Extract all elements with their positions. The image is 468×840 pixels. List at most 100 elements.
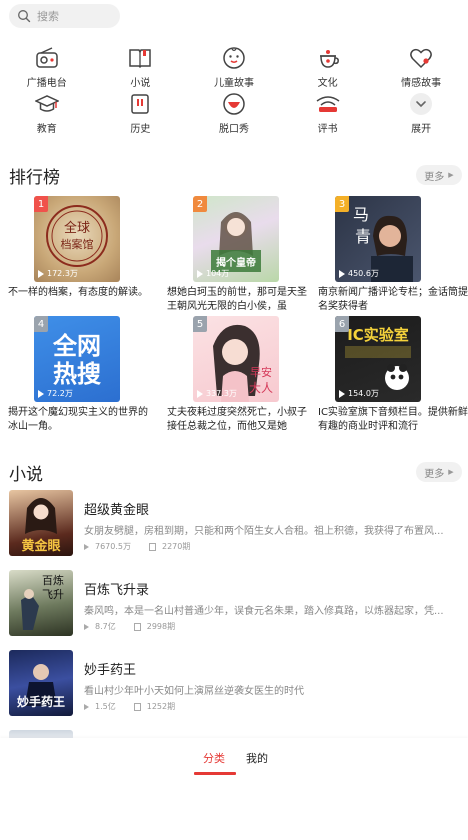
search-icon <box>18 10 31 23</box>
arrow-right-icon: ▶ <box>448 171 454 179</box>
play-icon <box>84 703 89 710</box>
category-history[interactable]: 历史 <box>94 90 188 136</box>
novel-episodes: 1252期 <box>146 702 176 711</box>
bottom-nav: 分类 我的 <box>0 738 468 840</box>
category-label: 展开 <box>411 124 432 135</box>
rank-item[interactable]: IC实验室 6 154.0万 IC实验室旗下音频栏目。提供新鲜有趣的商业时评和流… <box>312 316 468 432</box>
next-novel-cover-peek <box>9 730 73 738</box>
kid-face-icon <box>223 47 245 69</box>
arrow-right-icon: ▶ <box>448 468 454 476</box>
chevron-down-icon <box>410 93 433 115</box>
play-icon <box>38 269 44 278</box>
rank-description: 揭开这个魔幻现实主义的世界的冰山一角。 <box>8 407 148 432</box>
novel-title: 妙手药王 <box>84 663 137 678</box>
rank-description: 想她白珂玉的前世，那可是天圣王朝风光无限的白小侯，虽 <box>167 287 307 312</box>
rank-badge: 3 <box>335 196 349 212</box>
svg-text:大人: 大人 <box>249 381 273 395</box>
category-label: 情感故事 <box>401 78 442 89</box>
rank-cover: 马青 3 450.6万 <box>335 196 421 282</box>
episodes-icon <box>149 542 156 551</box>
more-label: 更多 <box>424 171 445 183</box>
category-novel[interactable]: 小说 <box>94 44 188 90</box>
rank-item[interactable]: 全球 档案馆 1 172.3万 不一样的档案，有态度的解读。 <box>0 196 156 308</box>
rank-item[interactable]: 早安 大人 5 337.3万 丈夫夜耗过度突然死亡，小叔子接任总裁之位，而他又是她 <box>156 316 312 432</box>
category-talkshow[interactable]: 脱口秀 <box>187 90 281 136</box>
rank-cover: IC实验室 6 154.0万 <box>335 316 421 402</box>
search-placeholder: 搜索 <box>37 10 59 23</box>
novel-cover: 百炼 飞升 <box>9 570 73 636</box>
storytelling-icon <box>316 96 340 112</box>
svg-text:青: 青 <box>355 227 371 246</box>
novel-plays: 1.5亿 <box>95 702 116 711</box>
ranking-grid: 全球 档案馆 1 172.3万 不一样的档案，有态度的解读。 揭个皇帝 2 104… <box>0 196 468 432</box>
play-count-text: 172.3万 <box>47 269 78 278</box>
tab-mine[interactable]: 我的 <box>246 750 268 766</box>
play-count: 154.0万 <box>339 388 379 399</box>
ranking-title: 排行榜 <box>9 168 60 188</box>
rank-item[interactable]: 全网 热搜 4 72.2万 揭开这个魔幻现实主义的世界的冰山一角。 <box>0 316 156 432</box>
active-tab-indicator <box>194 772 236 775</box>
svg-text:IC实验室: IC实验室 <box>347 326 409 344</box>
search-input[interactable]: 搜索 <box>9 4 120 28</box>
play-icon <box>339 389 345 398</box>
novel-cover-art: 妙手药王 <box>17 664 65 709</box>
book-icon <box>129 49 152 69</box>
play-count: 104万 <box>197 268 229 279</box>
rank-item[interactable]: 马青 3 450.6万 南京新闻广播评论专栏；金话筒提名奖获得者 <box>312 196 468 312</box>
play-count: 172.3万 <box>38 268 78 279</box>
play-icon <box>84 623 89 630</box>
rank-badge: 2 <box>193 196 207 212</box>
category-storytelling[interactable]: 评书 <box>281 90 375 136</box>
category-label: 评书 <box>317 124 338 135</box>
novel-list-item[interactable]: 百炼 飞升 百炼飞升录 秦风鸣，本是一名山村普通少年，误食元名朱果，踏入修真路，以… <box>0 570 468 650</box>
play-count: 72.2万 <box>38 388 73 399</box>
novel-cover-art: 黄金眼 <box>21 498 61 554</box>
category-kids[interactable]: 儿童故事 <box>187 44 281 90</box>
rank-badge: 4 <box>34 316 48 332</box>
rank-description: IC实验室旗下音频栏目。提供新鲜有趣的商业时评和流行 <box>318 407 468 432</box>
talk-show-icon <box>223 93 245 115</box>
category-radio[interactable]: 广播电台 <box>0 44 94 90</box>
category-label: 教育 <box>36 124 57 135</box>
category-label: 小说 <box>130 78 151 89</box>
category-expand[interactable]: 展开 <box>374 90 468 136</box>
novel-episodes: 2270期 <box>162 542 191 551</box>
ranking-more-button[interactable]: 更多 ▶ <box>416 165 462 185</box>
novel-list-item[interactable]: 妙手药王 妙手药王 看山村少年叶小天如何上演屌丝逆袭女医生的时代 1.5亿 125… <box>0 650 468 730</box>
category-culture[interactable]: 文化 <box>281 44 375 90</box>
heart-icon <box>410 48 433 69</box>
category-label: 文化 <box>317 78 338 89</box>
novel-description: 女朋友劈腿，房租到期，只能和两个陌生女人合租。祖上积德，我获得了布置风... <box>84 526 444 537</box>
rank-description: 丈夫夜耗过度突然死亡，小叔子接任总裁之位，而他又是她 <box>167 407 307 432</box>
category-education[interactable]: 教育 <box>0 90 94 136</box>
rank-item[interactable]: 揭个皇帝 2 104万 想她白珂玉的前世，那可是天圣王朝风光无限的白小侯，虽 <box>156 196 312 312</box>
svg-text:全网: 全网 <box>52 332 101 360</box>
rank-badge: 6 <box>335 316 349 332</box>
play-count-text: 450.6万 <box>348 269 379 278</box>
category-label: 儿童故事 <box>213 78 254 89</box>
novel-title: 超级黄金眼 <box>84 503 150 518</box>
novel-description: 看山村少年叶小天如何上演屌丝逆袭女医生的时代 <box>84 686 304 697</box>
novel-meta: 8.7亿 2998期 <box>84 621 175 632</box>
svg-text:马: 马 <box>353 205 369 224</box>
novel-plays: 8.7亿 <box>95 622 116 631</box>
play-icon <box>84 543 89 550</box>
teapot-icon <box>319 50 339 68</box>
rank-cover: 全网 热搜 4 72.2万 <box>34 316 120 402</box>
svg-text:早安: 早安 <box>250 365 272 379</box>
rank-description: 不一样的档案，有态度的解读。 <box>8 287 148 298</box>
play-count-text: 104万 <box>206 269 230 278</box>
tab-category[interactable]: 分类 <box>203 750 225 766</box>
category-grid: 广播电台 小说 儿童故事 文化 情感故事 教育 历史 脱口秀 评书 展开 <box>0 44 468 136</box>
play-count-text: 337.3万 <box>206 389 237 398</box>
novel-description: 秦风鸣，本是一名山村普通少年，误食元名朱果，踏入修真路，以炼器起家，凭... <box>84 606 444 617</box>
play-count-text: 72.2万 <box>47 389 73 398</box>
category-emotion[interactable]: 情感故事 <box>374 44 468 90</box>
svg-text:黄金眼: 黄金眼 <box>21 538 61 554</box>
novel-meta: 7670.5万 2270期 <box>84 541 190 552</box>
novel-more-button[interactable]: 更多 ▶ <box>416 462 462 482</box>
svg-text:热搜: 热搜 <box>53 360 101 388</box>
novel-list-item[interactable]: 黄金眼 超级黄金眼 女朋友劈腿，房租到期，只能和两个陌生女人合租。祖上积德，我获… <box>0 490 468 570</box>
novel-cover: 妙手药王 <box>9 650 73 716</box>
novel-cover: 黄金眼 <box>9 490 73 556</box>
